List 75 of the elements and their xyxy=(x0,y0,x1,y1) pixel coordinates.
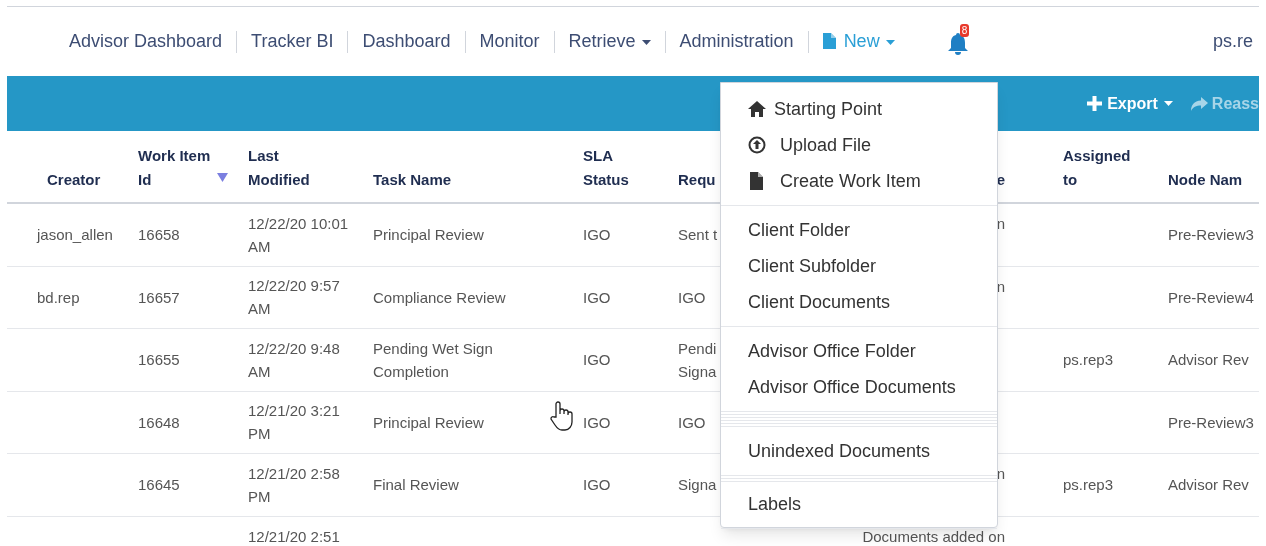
table-cell-text: 16657 xyxy=(138,287,180,308)
menu-item[interactable]: Client Folder xyxy=(721,212,997,248)
menu-item[interactable]: Starting Point xyxy=(721,91,997,127)
table-cell-text: IGO xyxy=(678,287,706,308)
column-header[interactable]: Assigned to xyxy=(1063,144,1143,192)
table-cell-text: Pendi Signa xyxy=(678,338,717,382)
column-header[interactable]: Work Item Id xyxy=(138,144,218,192)
nav-link[interactable]: Monitor xyxy=(479,28,540,55)
table-cell-text: Signa xyxy=(678,475,717,496)
table-cell-text: bd.rep xyxy=(37,287,80,308)
home-icon xyxy=(748,101,766,117)
table-cell-text: 12/21/20 3:21 PM xyxy=(248,401,341,445)
table-cell-text: IGO xyxy=(583,225,611,246)
plus-icon xyxy=(1087,96,1103,111)
menu-item[interactable]: Unindexed Documents xyxy=(721,433,997,469)
table-cell-text: Sent t xyxy=(678,225,718,246)
table-cell-text: Pre-Review3 xyxy=(1168,412,1254,433)
nav-link[interactable]: Administration xyxy=(679,28,794,55)
table-cell-text: IGO xyxy=(583,287,611,308)
nav-link[interactable]: Advisor Dashboard xyxy=(69,28,223,55)
menu-item[interactable]: Client Documents xyxy=(721,284,997,320)
column-header[interactable]: Creator xyxy=(47,168,101,192)
table-cell-text: Pending Wet Sign Completion xyxy=(373,338,494,382)
user-name[interactable]: ps.re xyxy=(1213,28,1259,55)
table-cell-text: Advisor Rev xyxy=(1168,350,1249,371)
menu-item[interactable]: Create Work Item xyxy=(721,163,997,199)
notification-badge: 8 xyxy=(959,23,970,37)
table-cell-text: jason_allen xyxy=(37,225,113,246)
table-cell-text: 16648 xyxy=(138,412,180,433)
table-cell-text: 12/22/20 9:48 AM xyxy=(248,338,341,382)
table-cell-text: Final Review xyxy=(373,475,460,496)
table-cell-text: ps.rep3 xyxy=(1063,350,1114,371)
file-icon xyxy=(748,172,764,190)
table-cell-text: IGO xyxy=(583,350,611,371)
menu-item[interactable]: Labels xyxy=(721,486,997,522)
table-cell-text: Compliance Review xyxy=(373,287,507,308)
table-cell-text: Pre-Review4 xyxy=(1168,287,1254,308)
caret-icon xyxy=(885,39,895,45)
nav-link[interactable]: Retrieve xyxy=(568,28,651,55)
table-cell-text: 12/22/20 9:57 AM xyxy=(248,276,341,320)
nav-link[interactable]: Tracker BI xyxy=(251,28,334,55)
table-cell-text: 16658 xyxy=(138,225,180,246)
table-cell-text: Advisor Rev xyxy=(1168,475,1249,496)
caret-icon xyxy=(641,39,651,45)
upload-icon xyxy=(748,136,766,154)
pointer-hand-icon xyxy=(549,400,575,432)
table-cell-text: 12/21/20 2:51 xyxy=(248,526,341,546)
menu-item[interactable]: Advisor Office Folder xyxy=(721,333,997,369)
caret-icon xyxy=(1163,101,1173,106)
table-cell-text: 12/22/20 10:01 AM xyxy=(248,213,350,257)
table-cell-text: n xyxy=(996,276,1005,297)
file-icon xyxy=(822,32,836,49)
table-cell-text: IGO xyxy=(583,412,611,433)
column-header[interactable]: SLA Status xyxy=(583,144,653,192)
column-header[interactable]: Node Nam xyxy=(1168,168,1243,192)
table-cell-text: 16655 xyxy=(138,350,180,371)
table-cell-text: Principal Review xyxy=(373,412,485,433)
column-header[interactable]: Requ xyxy=(678,168,716,192)
table-cell-text: Documents added on xyxy=(862,526,1005,546)
menu-item[interactable]: Upload File xyxy=(721,127,997,163)
table-cell-text: Principal Review xyxy=(373,225,485,246)
table-cell-text: IGO xyxy=(678,412,706,433)
table-cell-text: 12/21/20 2:58 PM xyxy=(248,463,341,507)
table-cell-text: Pre-Review3 xyxy=(1168,225,1254,246)
table-cell-text: IGO xyxy=(583,475,611,496)
column-header[interactable]: Last Modified xyxy=(248,144,318,192)
column-header[interactable]: Task Name xyxy=(373,168,452,192)
table-cell-text: ps.rep3 xyxy=(1063,475,1114,496)
menu-item[interactable]: Client Subfolder xyxy=(721,248,997,284)
table-cell-text: n xyxy=(996,464,1005,484)
menu-item[interactable]: Advisor Office Documents xyxy=(721,369,997,405)
share-arrow-icon xyxy=(1190,96,1208,111)
table-cell-text: n xyxy=(996,214,1005,234)
table-cell-text: 16645 xyxy=(138,475,180,496)
nav-link[interactable]: Dashboard xyxy=(362,28,451,55)
